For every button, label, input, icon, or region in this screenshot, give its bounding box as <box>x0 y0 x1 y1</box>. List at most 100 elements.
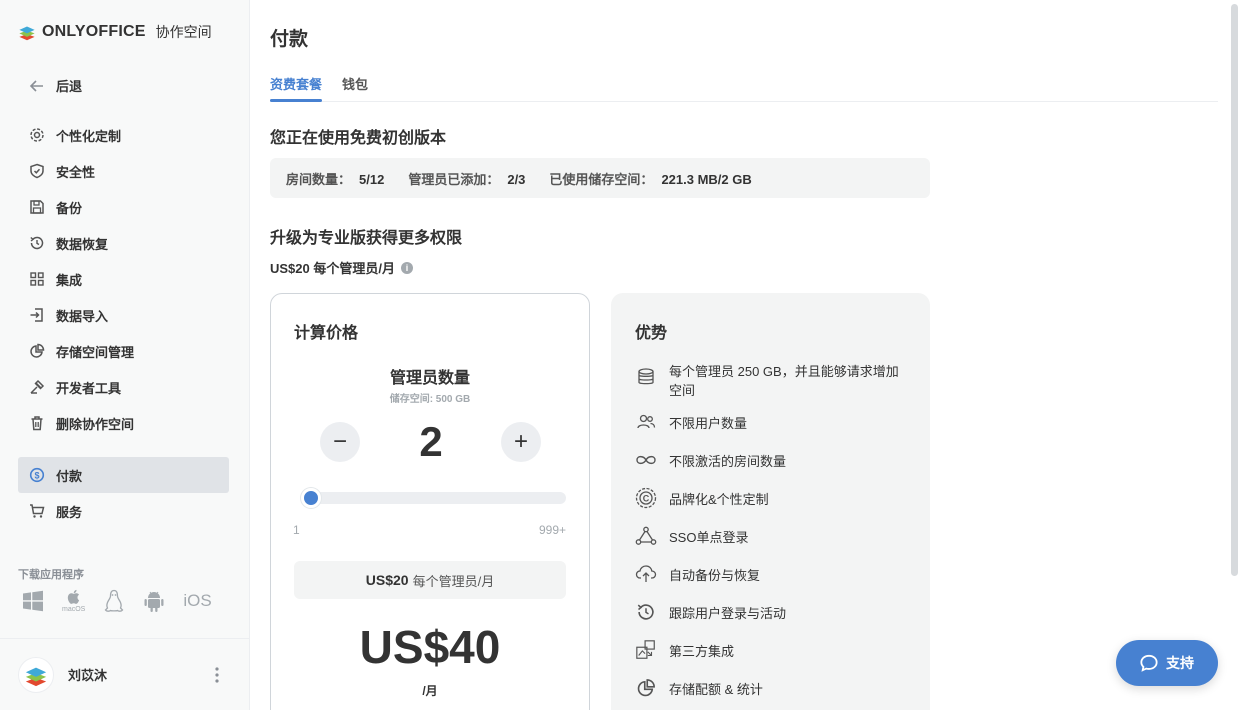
admins-count-title: 管理员数量 <box>389 370 470 387</box>
logo-text: ONLYOFFICE <box>42 23 146 40</box>
price-calculator: 计算价格 管理员数量 储存空间: 500 GB − 2 + 1 999+ US$… <box>270 293 590 710</box>
usage-stats: 房间数量： 5/12 管理员已添加： 2/3 已使用储存空间： 221.3 MB/2 … <box>270 158 930 198</box>
benefit-text: 不限激活的房间数量 <box>669 453 787 469</box>
more-options-icon[interactable] <box>215 667 219 683</box>
benefit-item: 第三方集成 <box>635 631 907 669</box>
branding-icon: C <box>635 487 657 509</box>
price-per-admin-text: US$20 每个管理员/月 <box>270 261 395 276</box>
current-plan-title: 您正在使用免费初创版本 <box>270 130 447 147</box>
plus-icon: + <box>513 428 528 455</box>
benefit-item: SSO单点登录 <box>635 517 907 555</box>
admins-value: 2/3 <box>507 171 526 187</box>
benefit-item: 自动备份与恢复 <box>635 555 907 593</box>
total-price: US$40 <box>359 621 501 673</box>
sidebar-item-payments[interactable]: $ 付款 <box>18 457 229 493</box>
admins-stat: 管理员已添加： 2/3 <box>408 169 525 188</box>
import-icon <box>28 306 46 324</box>
rooms-label: 房间数量： <box>286 171 352 187</box>
sidebar-item-delete-space[interactable]: 删除协作空间 <box>18 405 229 441</box>
sidebar-item-storage-management[interactable]: 存储空间管理 <box>18 333 229 369</box>
sidebar-item-developer-tools[interactable]: 开发者工具 <box>18 369 229 405</box>
page-title: 付款 <box>270 29 309 50</box>
avatar[interactable] <box>18 656 54 693</box>
total-price-unit: /月 <box>422 684 438 698</box>
history-icon <box>635 601 657 623</box>
sidebar-item-customization[interactable]: 个性化定制 <box>18 117 229 153</box>
benefit-item: 不限激活的房间数量 <box>635 441 907 479</box>
storage-stat: 已使用储存空间： 221.3 MB/2 GB <box>549 169 751 188</box>
grid-icon <box>28 270 46 288</box>
sso-icon <box>635 525 657 547</box>
sidebar-item-label: 备份 <box>56 200 83 216</box>
database-icon <box>635 366 657 388</box>
benefit-text: 每个管理员 250 GB，并且能够请求增加空间 <box>669 364 899 398</box>
sidebar-item-integration[interactable]: 集成 <box>18 261 229 297</box>
sidebar-item-label: 删除协作空间 <box>56 416 135 432</box>
chat-icon <box>1140 654 1158 672</box>
macos-icon[interactable]: macOS <box>62 588 85 613</box>
rooms-stat: 房间数量： 5/12 <box>286 169 384 188</box>
onlyoffice-logo-icon <box>18 23 36 41</box>
admins-slider[interactable] <box>301 488 566 508</box>
tab-tariff-plans[interactable]: 资费套餐 <box>270 74 323 102</box>
pie-chart-icon <box>28 342 46 360</box>
user-profile[interactable]: 刘苡沐 <box>0 638 249 710</box>
sidebar-item-security[interactable]: 安全性 <box>18 153 229 189</box>
tabs: 资费套餐 钱包 <box>270 74 1218 102</box>
benefit-text: 不限用户数量 <box>669 415 748 431</box>
sidebar-item-label: 存储空间管理 <box>56 344 135 360</box>
ios-icon[interactable]: iOS <box>183 591 211 611</box>
back-button[interactable]: 后退 <box>28 76 82 95</box>
back-label: 后退 <box>56 79 83 94</box>
info-icon[interactable]: i <box>400 261 413 274</box>
infinity-icon <box>635 449 657 471</box>
download-apps-label: 下载应用程序 <box>18 569 84 581</box>
dollar-icon: $ <box>28 466 46 484</box>
minus-icon: − <box>332 428 347 455</box>
windows-icon[interactable] <box>22 590 44 612</box>
nav-divider <box>18 441 229 457</box>
benefit-text: 跟踪用户登录与活动 <box>669 605 787 621</box>
upgrade-title: 升级为专业版获得更多权限 <box>270 230 463 247</box>
logo[interactable]: ONLYOFFICE 协作空间 <box>18 22 212 42</box>
storage-label: 已使用储存空间： <box>549 171 654 187</box>
sidebar: ONLYOFFICE 协作空间 后退 个性化定制 安全性 备份 数据恢复 集成 … <box>0 0 250 710</box>
arrow-left-icon <box>28 77 46 95</box>
benefit-item: 存储配额 & 统计 <box>635 669 907 707</box>
storage-value: 221.3 MB/2 GB <box>661 171 752 187</box>
svg-text:$: $ <box>34 470 39 480</box>
download-apps: macOS iOS <box>22 588 212 613</box>
gear-icon <box>28 126 46 144</box>
sidebar-item-backup[interactable]: 备份 <box>18 189 229 225</box>
benefit-item: 每个管理员 250 GB，并且能够请求增加空间 <box>635 359 907 403</box>
save-icon <box>28 198 46 216</box>
android-icon[interactable] <box>143 589 165 613</box>
benefit-text: 品牌化&个性定制 <box>669 491 769 507</box>
scrollbar[interactable] <box>1231 4 1238 576</box>
pie-chart-icon <box>635 677 657 699</box>
sidebar-item-label: 数据导入 <box>56 308 109 324</box>
sidebar-item-label: 开发者工具 <box>56 380 122 396</box>
decrease-button[interactable]: − <box>320 422 360 462</box>
increase-button[interactable]: + <box>501 422 541 462</box>
sidebar-item-label: 服务 <box>56 504 83 520</box>
benefit-item: 不限用户数量 <box>635 403 907 441</box>
support-button[interactable]: 支持 <box>1116 640 1218 686</box>
sidebar-item-services[interactable]: 服务 <box>18 493 229 529</box>
sidebar-item-label: 数据恢复 <box>56 236 109 252</box>
sidebar-item-label: 安全性 <box>56 164 96 180</box>
support-label: 支持 <box>1166 655 1194 671</box>
slider-thumb[interactable] <box>301 488 321 508</box>
main-content: 付款 资费套餐 钱包 您正在使用免费初创版本 房间数量： 5/12 管理员已添加：… <box>250 0 1241 710</box>
history-icon <box>28 234 46 252</box>
svg-text:C: C <box>643 493 650 503</box>
admins-label: 管理员已添加： <box>408 171 500 187</box>
benefits-panel: 优势 每个管理员 250 GB，并且能够请求增加空间 不限用户数量 不限激活的房… <box>611 293 930 710</box>
sidebar-item-label: 个性化定制 <box>56 128 122 144</box>
slider-max-label: 999+ <box>538 523 566 537</box>
per-admin-unit: 每个管理员/月 <box>412 573 495 589</box>
tab-wallet[interactable]: 钱包 <box>342 74 368 102</box>
sidebar-item-data-import[interactable]: 数据导入 <box>18 297 229 333</box>
sidebar-item-restore[interactable]: 数据恢复 <box>18 225 229 261</box>
linux-icon[interactable] <box>103 589 125 613</box>
